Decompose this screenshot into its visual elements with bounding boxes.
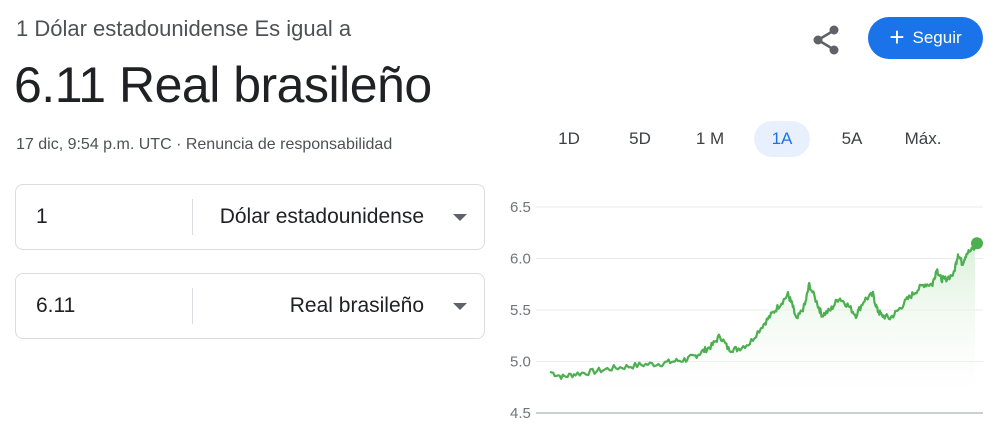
tab-5d[interactable]: 5D [611, 121, 669, 157]
to-amount-input[interactable]: 6.11 [36, 274, 75, 338]
y-tick-label: 6.5 [510, 199, 531, 216]
y-tick-label: 5.5 [510, 302, 531, 319]
dropdown-arrow-icon[interactable] [453, 303, 467, 310]
chart-svg: 6.5 6.0 5.5 5.0 4.5 [510, 199, 983, 422]
y-tick-label: 6.0 [510, 251, 531, 268]
tab-1a[interactable]: 1A [754, 121, 810, 157]
plus-icon: + [889, 22, 905, 52]
y-tick-label: 5.0 [510, 354, 531, 371]
tab-5a[interactable]: 5A [823, 121, 881, 157]
y-tick-label: 4.5 [510, 405, 531, 422]
timestamp-line: 17 dic, 9:54 p.m. UTC · Renuncia de resp… [16, 136, 392, 154]
disclaimer-link[interactable]: Renuncia de responsabilidad [186, 136, 392, 153]
separator: · [171, 136, 186, 153]
converted-rate: 6.11 Real brasileño [14, 57, 432, 113]
dropdown-arrow-icon[interactable] [453, 214, 467, 221]
chart-area-fill [550, 247, 975, 413]
tab-1m[interactable]: 1 M [681, 121, 739, 157]
time-range-tabs: 1D 5D 1 M 1A 5A Máx. [540, 121, 960, 157]
field-divider [192, 199, 193, 235]
from-currency-select[interactable]: Dólar estadounidense [220, 185, 424, 249]
exchange-rate-chart: 6.5 6.0 5.5 5.0 4.5 [500, 190, 1000, 433]
to-currency-select[interactable]: Real brasileño [290, 274, 424, 338]
share-button[interactable] [806, 20, 846, 60]
from-currency-field: 1 Dólar estadounidense [15, 184, 485, 250]
follow-label: Seguir [912, 28, 962, 47]
tab-1d[interactable]: 1D [540, 121, 598, 157]
timestamp: 17 dic, 9:54 p.m. UTC [16, 136, 172, 153]
follow-button[interactable]: + Seguir [868, 17, 983, 59]
current-value-point [971, 237, 983, 250]
tab-max[interactable]: Máx. [894, 121, 952, 157]
field-divider [192, 288, 193, 324]
conversion-subtitle: 1 Dólar estadounidense Es igual a [16, 16, 352, 41]
share-icon [813, 25, 839, 55]
from-amount-input[interactable]: 1 [36, 185, 48, 249]
to-currency-field: 6.11 Real brasileño [15, 273, 485, 339]
